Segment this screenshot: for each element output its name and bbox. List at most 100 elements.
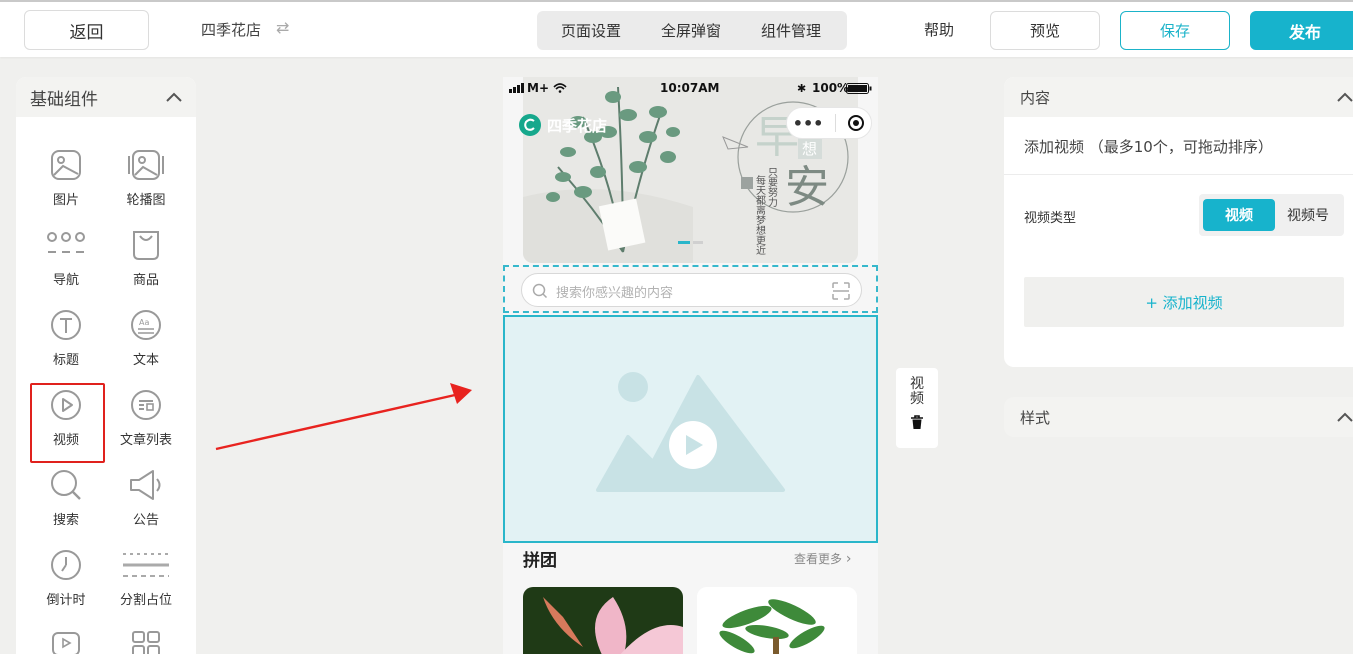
- search-icon: [31, 463, 101, 507]
- component-article-list[interactable]: 文章列表: [111, 383, 181, 448]
- video-type-option-video[interactable]: 视频: [1203, 199, 1275, 231]
- property-panel: 内容 添加视频 （最多10个，可拖动排序） 视频类型 视频 视频号 + 添加视频: [1004, 77, 1353, 367]
- component-panel-title: 基础组件: [30, 89, 98, 110]
- view-more-label: 查看更多: [794, 552, 843, 566]
- component-title[interactable]: 标题: [31, 303, 101, 368]
- video-type-label: 视频类型: [1024, 211, 1077, 226]
- component-label: 公告: [132, 513, 159, 528]
- video-type-option-channel[interactable]: 视频号: [1277, 199, 1339, 231]
- side-tool-label: 视频: [910, 376, 924, 407]
- chevron-up-icon[interactable]: [1337, 412, 1353, 422]
- search-icon: [532, 283, 548, 299]
- video-placeholder-icon: [596, 372, 785, 492]
- shop-name: 四季花店: [201, 21, 262, 39]
- banner-char-3: 想: [802, 140, 817, 158]
- tab-component-manager[interactable]: 组件管理: [737, 20, 845, 41]
- wifi-icon: [553, 83, 567, 93]
- lily-image: [523, 587, 683, 654]
- component-label: 分割占位: [119, 593, 172, 608]
- mini-program-capsule[interactable]: •••: [786, 107, 872, 139]
- timer-icon: [31, 543, 101, 587]
- tab-fullscreen-popup[interactable]: 全屏弹窗: [645, 20, 737, 41]
- clock-label: 10:07AM: [660, 81, 720, 95]
- switch-shop-icon[interactable]: ⇄: [276, 18, 289, 37]
- divider: [1004, 174, 1353, 175]
- banner-vertical-1: 只要努力: [766, 167, 778, 208]
- group-buy-title: 拼团: [523, 551, 557, 571]
- component-nav[interactable]: 导航: [31, 223, 101, 288]
- carrier-label: M+: [527, 81, 549, 95]
- more-grid-icon[interactable]: [130, 630, 164, 654]
- view-more-link[interactable]: 查看更多 ›: [794, 550, 851, 567]
- mini-shop-header: 四季花店: [519, 114, 607, 136]
- nav-grid-icon: [31, 223, 101, 267]
- component-goods[interactable]: 商品: [111, 223, 181, 288]
- video-type-toggle: 视频 视频号: [1199, 194, 1344, 236]
- status-bar: M+ 10:07AM ✱ 100%: [503, 77, 878, 99]
- component-label: 倒计时: [46, 593, 86, 608]
- chevron-up-icon[interactable]: [1337, 92, 1353, 102]
- component-panel-header[interactable]: 基础组件: [16, 77, 196, 117]
- add-video-button[interactable]: + 添加视频: [1024, 277, 1344, 327]
- add-video-hint: 添加视频 （最多10个，可拖动排序）: [1024, 138, 1273, 156]
- more-component-icon[interactable]: [50, 630, 84, 654]
- video-component[interactable]: [503, 315, 878, 543]
- back-button[interactable]: 返回: [24, 10, 149, 50]
- scan-icon[interactable]: [831, 281, 851, 301]
- close-target-icon[interactable]: [847, 114, 865, 132]
- carousel-icon: [111, 143, 181, 187]
- component-label: 轮播图: [126, 193, 166, 208]
- svg-text:Aa: Aa: [139, 318, 149, 327]
- component-label: 文章列表: [119, 433, 172, 448]
- search-placeholder: 搜索你感兴趣的内容: [556, 286, 674, 301]
- style-section-header[interactable]: 样式: [1004, 397, 1353, 437]
- bag-icon: [111, 223, 181, 267]
- plant-image: [697, 587, 857, 654]
- more-dots-icon[interactable]: •••: [793, 114, 824, 133]
- image-icon: [31, 143, 101, 187]
- top-toolbar: 返回 四季花店 ⇄ 页面设置 全屏弹窗 组件管理 帮助 预览 保存 发布: [0, 0, 1353, 57]
- component-notice[interactable]: 公告: [111, 463, 181, 528]
- component-divider[interactable]: 分割占位: [111, 543, 181, 608]
- battery-icon: [846, 82, 872, 94]
- content-section-header[interactable]: 内容: [1004, 77, 1353, 117]
- search-input[interactable]: 搜索你感兴趣的内容: [521, 273, 862, 307]
- tab-page-settings[interactable]: 页面设置: [537, 20, 645, 41]
- chevron-up-icon[interactable]: [166, 92, 182, 102]
- article-list-icon: [111, 383, 181, 427]
- component-countdown[interactable]: 倒计时: [31, 543, 101, 608]
- style-section-title: 样式: [1020, 408, 1051, 427]
- component-label: 商品: [132, 273, 159, 288]
- settings-tab-group: 页面设置 全屏弹窗 组件管理: [537, 11, 847, 50]
- trash-icon[interactable]: [910, 415, 924, 430]
- preview-button[interactable]: 预览: [990, 11, 1100, 50]
- component-search[interactable]: 搜索: [31, 463, 101, 528]
- help-link[interactable]: 帮助: [924, 19, 954, 40]
- phone-preview: 早 安 想 只要努力 每天都离梦想更近 M+ 10:07AM ✱ 100% 四季…: [503, 77, 878, 654]
- publish-button[interactable]: 发布: [1250, 11, 1353, 50]
- product-card-plant[interactable]: [697, 587, 857, 654]
- banner-carousel[interactable]: 早 安 想 只要努力 每天都离梦想更近: [523, 77, 858, 263]
- content-section-title: 内容: [1020, 88, 1051, 107]
- component-side-tool: 视频: [896, 368, 938, 448]
- search-component-selection[interactable]: 搜索你感兴趣的内容: [503, 265, 878, 313]
- battery-label: 100%: [812, 81, 850, 95]
- component-label: 导航: [52, 273, 79, 288]
- banner-vertical-2: 每天都离梦想更近: [754, 174, 766, 255]
- shop-logo-icon: [519, 114, 541, 136]
- banner-image: 早 安 想 只要努力 每天都离梦想更近: [523, 77, 858, 263]
- save-button[interactable]: 保存: [1120, 11, 1230, 50]
- component-text[interactable]: Aa 文本: [111, 303, 181, 368]
- component-image[interactable]: 图片: [31, 143, 101, 208]
- text-icon: Aa: [111, 303, 181, 347]
- banner-char-2: 安: [785, 162, 829, 213]
- mini-shop-title: 四季花店: [547, 116, 608, 135]
- component-label: 搜索: [52, 513, 79, 528]
- chevron-right-icon: ›: [845, 551, 852, 567]
- signal-icon: [509, 83, 524, 93]
- component-label: 图片: [52, 193, 79, 208]
- highlight-box: [30, 383, 105, 463]
- component-carousel[interactable]: 轮播图: [111, 143, 181, 208]
- divider-icon: [111, 543, 181, 587]
- product-card-lily[interactable]: [523, 587, 683, 654]
